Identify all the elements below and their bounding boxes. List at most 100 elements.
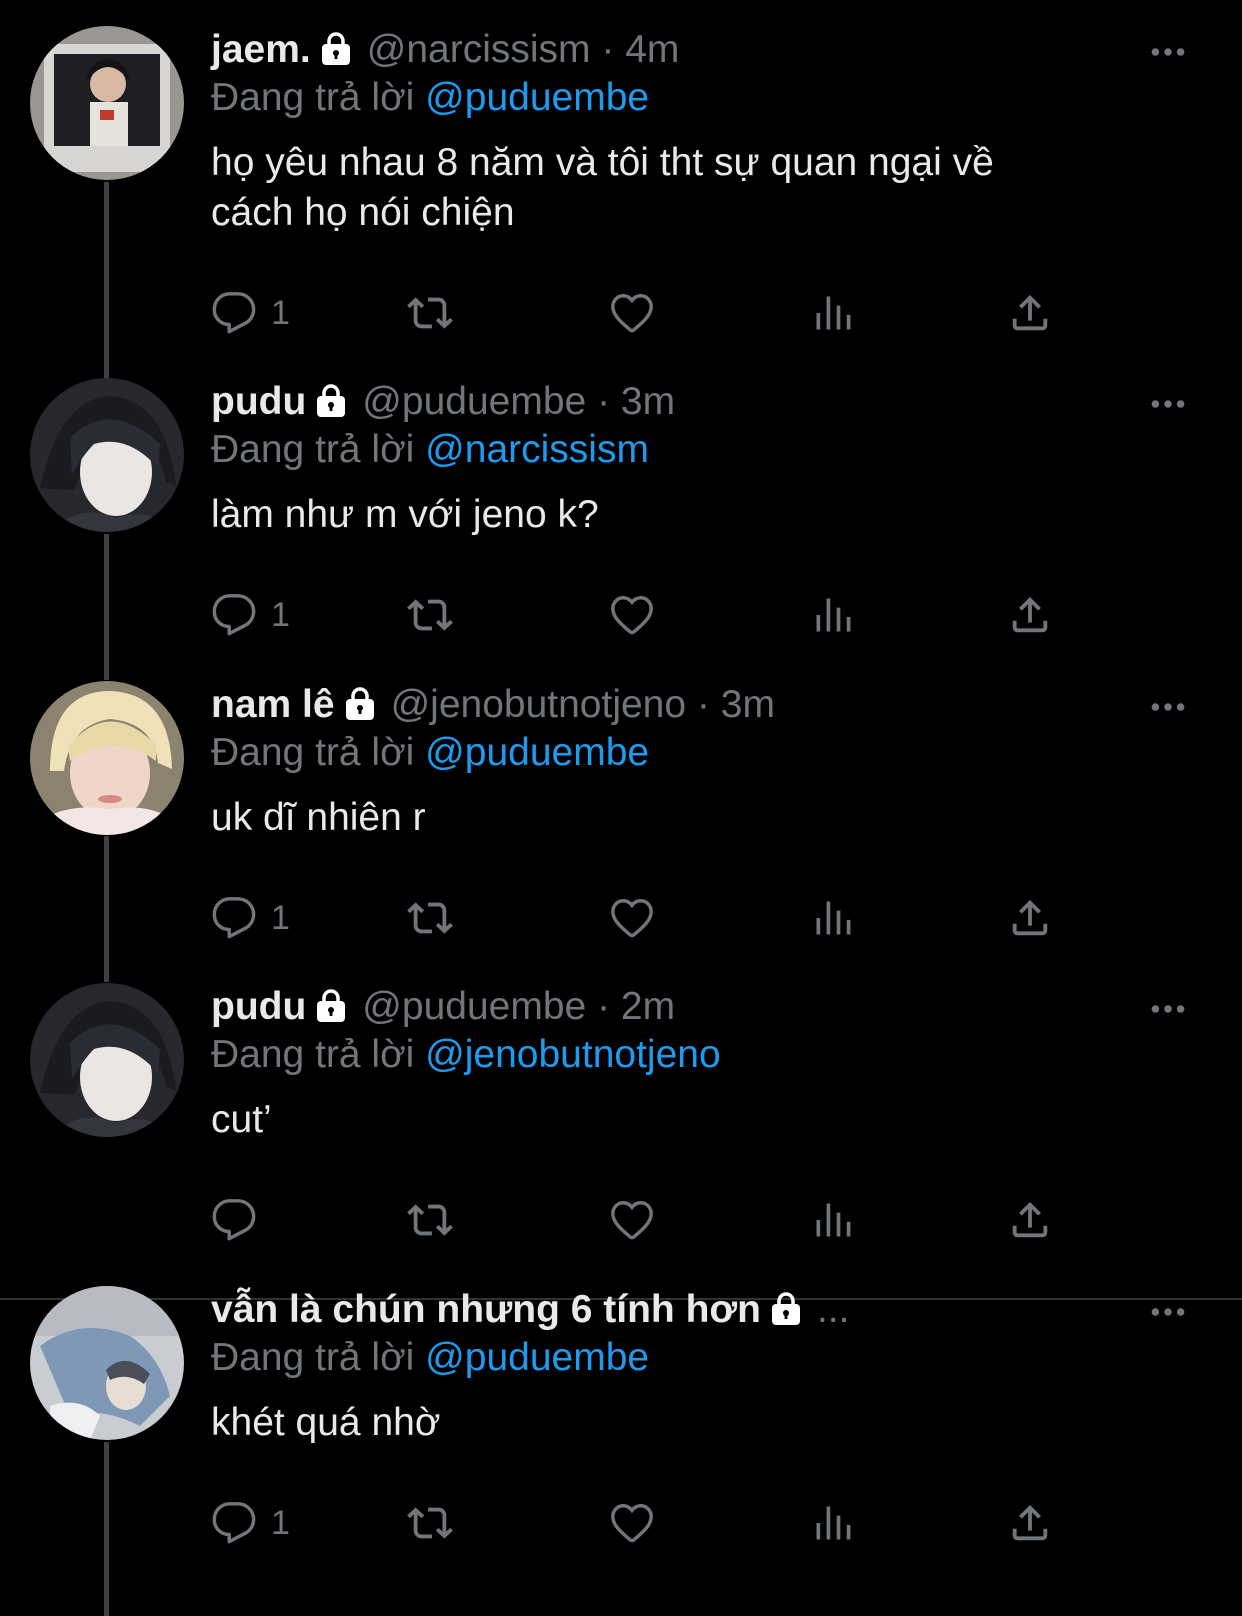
mention-link[interactable]: @jenobutnotjeno: [425, 1033, 721, 1076]
more-icon[interactable]: [1150, 398, 1186, 410]
tweet[interactable]: jaem. @narcissism · 4m Đang trả lời @pudu…: [0, 0, 1242, 360]
reply-button[interactable]: 1: [211, 590, 290, 640]
display-name[interactable]: pudu: [211, 380, 306, 423]
tweet[interactable]: vẫn là chún nhưng 6 tính hơn... Đang trả…: [0, 1260, 1242, 1616]
reply-context: Đang trả lời @puduembe: [211, 729, 1202, 777]
separator-dot: ·: [601, 28, 615, 71]
handle[interactable]: @narcissism: [367, 28, 591, 71]
avatar[interactable]: [30, 26, 184, 180]
handle[interactable]: @puduembe: [362, 380, 586, 423]
reply-context: Đang trả lời @jenobutnotjeno: [211, 1031, 1202, 1079]
retweet-button[interactable]: [407, 288, 453, 338]
heart-icon: [609, 895, 655, 941]
reply-button[interactable]: 1: [211, 1498, 290, 1548]
avatar[interactable]: [30, 681, 184, 835]
share-button[interactable]: [1007, 590, 1053, 640]
mention-link[interactable]: @puduembe: [425, 731, 649, 774]
avatar[interactable]: [30, 378, 184, 532]
display-name[interactable]: jaem.: [211, 28, 311, 71]
like-button[interactable]: [609, 1195, 655, 1245]
share-icon: [1007, 592, 1053, 638]
reply-count: 1: [271, 595, 290, 634]
views-icon: [811, 1501, 855, 1545]
retweet-icon: [407, 290, 453, 336]
reply-button[interactable]: 1: [211, 288, 290, 338]
reply-label: Đang trả lời: [211, 428, 415, 471]
lock-icon: [769, 1292, 803, 1326]
views-button[interactable]: [811, 893, 855, 943]
action-bar: 1: [211, 288, 1091, 338]
action-bar: [211, 1195, 1091, 1245]
timestamp[interactable]: 3m: [621, 380, 675, 423]
reply-icon: [211, 1500, 257, 1546]
tweet-header: jaem. @narcissism · 4m: [211, 26, 1202, 74]
tweet-header: pudu @puduembe · 2m: [211, 983, 1202, 1031]
share-icon: [1007, 895, 1053, 941]
retweet-button[interactable]: [407, 590, 453, 640]
views-icon: [811, 593, 855, 637]
separator-dot: ·: [597, 380, 611, 423]
avatar[interactable]: [30, 983, 184, 1137]
retweet-icon: [407, 1197, 453, 1243]
views-icon: [811, 896, 855, 940]
reply-icon: [211, 1197, 257, 1243]
handle[interactable]: @puduembe: [362, 985, 586, 1028]
more-icon[interactable]: [1150, 1003, 1186, 1015]
separator-dot: ·: [597, 985, 611, 1028]
mention-link[interactable]: @puduembe: [425, 76, 649, 119]
timestamp[interactable]: 3m: [721, 683, 775, 726]
tweet-text: họ yêu nhau 8 năm và tôi tht sự quan ngạ…: [211, 141, 994, 234]
reply-context: Đang trả lời @narcissism: [211, 426, 1202, 474]
share-button[interactable]: [1007, 288, 1053, 338]
timestamp[interactable]: 4m: [625, 28, 679, 71]
action-bar: 1: [211, 1498, 1091, 1548]
separator-dot: ·: [696, 683, 710, 726]
views-icon: [811, 1198, 855, 1242]
share-button[interactable]: [1007, 1195, 1053, 1245]
more-icon[interactable]: [1150, 46, 1186, 58]
truncated-handle[interactable]: ...: [817, 1288, 850, 1331]
timestamp[interactable]: 2m: [621, 985, 675, 1028]
tweet-header: pudu @puduembe · 3m: [211, 378, 1202, 426]
retweet-button[interactable]: [407, 893, 453, 943]
display-name[interactable]: pudu: [211, 985, 306, 1028]
share-button[interactable]: [1007, 1498, 1053, 1548]
display-name[interactable]: vẫn là chún nhưng 6 tính hơn: [211, 1288, 761, 1331]
tweet[interactable]: pudu @puduembe · 3m Đang trả lời @narciss…: [0, 352, 1242, 662]
views-button[interactable]: [811, 590, 855, 640]
reply-label: Đang trả lời: [211, 76, 415, 119]
retweet-icon: [407, 592, 453, 638]
reply-button[interactable]: [211, 1195, 271, 1245]
tweet[interactable]: pudu @puduembe · 2m Đang trả lời @jenobut…: [0, 957, 1242, 1267]
like-button[interactable]: [609, 590, 655, 640]
reply-icon: [211, 592, 257, 638]
tweet-text: cut’: [211, 1098, 272, 1141]
tweet-header: nam lê @jenobutnotjeno · 3m: [211, 681, 1202, 729]
mention-link[interactable]: @puduembe: [425, 1336, 649, 1379]
like-button[interactable]: [609, 288, 655, 338]
handle[interactable]: @jenobutnotjeno: [391, 683, 687, 726]
tweet[interactable]: nam lê @jenobutnotjeno · 3m Đang trả lời …: [0, 655, 1242, 965]
reply-label: Đang trả lời: [211, 731, 415, 774]
retweet-button[interactable]: [407, 1498, 453, 1548]
views-button[interactable]: [811, 1195, 855, 1245]
views-button[interactable]: [811, 288, 855, 338]
like-button[interactable]: [609, 1498, 655, 1548]
mention-link[interactable]: @narcissism: [425, 428, 649, 471]
lock-icon: [314, 989, 348, 1023]
more-icon[interactable]: [1150, 1306, 1186, 1318]
heart-icon: [609, 592, 655, 638]
share-icon: [1007, 1197, 1053, 1243]
share-button[interactable]: [1007, 893, 1053, 943]
heart-icon: [609, 290, 655, 336]
more-icon[interactable]: [1150, 701, 1186, 713]
views-button[interactable]: [811, 1498, 855, 1548]
tweet-text: làm như m với jeno k?: [211, 493, 599, 536]
tweet-text: khét quá nhờ: [211, 1401, 441, 1444]
retweet-button[interactable]: [407, 1195, 453, 1245]
like-button[interactable]: [609, 893, 655, 943]
avatar[interactable]: [30, 1286, 184, 1440]
reply-button[interactable]: 1: [211, 893, 290, 943]
tweet-text: uk dĩ nhiên r: [211, 796, 426, 839]
display-name[interactable]: nam lê: [211, 683, 335, 726]
